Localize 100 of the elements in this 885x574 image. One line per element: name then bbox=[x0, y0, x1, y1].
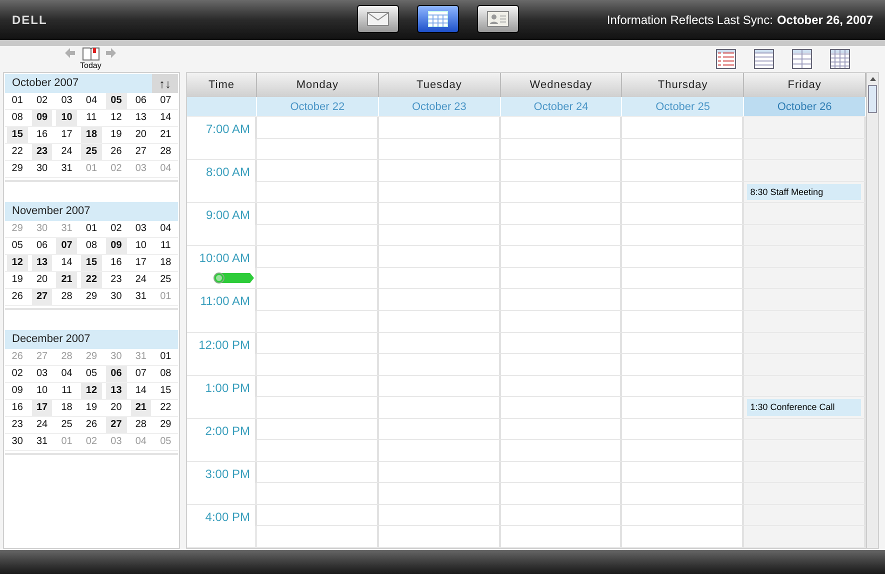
calendar-day[interactable]: 27 bbox=[32, 289, 52, 305]
time-slot[interactable] bbox=[257, 203, 379, 225]
time-slot[interactable] bbox=[744, 354, 866, 376]
calendar-day[interactable]: 02 bbox=[32, 93, 52, 109]
calendar-day[interactable]: 02 bbox=[106, 221, 127, 237]
time-slot[interactable] bbox=[744, 268, 866, 290]
calendar-day[interactable]: 11 bbox=[81, 110, 102, 126]
calendar-day[interactable]: 24 bbox=[130, 272, 152, 288]
calendar-day[interactable]: 11 bbox=[155, 238, 176, 254]
time-slot[interactable] bbox=[257, 332, 379, 354]
calendar-day[interactable]: 12 bbox=[106, 110, 127, 126]
calendar-day[interactable]: 09 bbox=[7, 383, 28, 399]
time-slot[interactable] bbox=[744, 440, 866, 462]
calendar-day[interactable]: 29 bbox=[155, 417, 176, 433]
calendar-day[interactable]: 31 bbox=[32, 434, 52, 450]
calendar-day[interactable]: 04 bbox=[81, 93, 102, 109]
calendar-day[interactable]: 23 bbox=[7, 417, 28, 433]
calendar-day[interactable]: 07 bbox=[130, 366, 152, 382]
time-slot[interactable] bbox=[622, 440, 744, 462]
today-button[interactable]: Today bbox=[80, 47, 102, 70]
calendar-day[interactable]: 23 bbox=[32, 144, 52, 160]
time-slot[interactable] bbox=[622, 483, 744, 505]
calendar-day[interactable]: 15 bbox=[7, 127, 28, 143]
time-slot[interactable] bbox=[378, 117, 501, 139]
time-slot[interactable] bbox=[500, 332, 622, 354]
time-slot[interactable] bbox=[744, 310, 866, 333]
calendar-day[interactable]: 09 bbox=[32, 110, 52, 126]
time-slot[interactable] bbox=[257, 310, 379, 333]
calendar-day[interactable]: 29 bbox=[81, 289, 102, 305]
time-slot[interactable] bbox=[622, 376, 744, 398]
calendar-day[interactable]: 10 bbox=[56, 110, 78, 126]
time-slot[interactable] bbox=[378, 138, 501, 160]
time-slot[interactable] bbox=[257, 224, 379, 246]
calendar-day[interactable]: 06 bbox=[32, 238, 52, 254]
time-slot[interactable] bbox=[378, 376, 501, 398]
calendar-day[interactable]: 23 bbox=[106, 272, 127, 288]
calendar-day[interactable]: 05 bbox=[7, 238, 28, 254]
calendar-day[interactable]: 14 bbox=[56, 255, 78, 271]
calendar-day[interactable]: 08 bbox=[155, 366, 176, 382]
calendar-day[interactable]: 19 bbox=[106, 127, 127, 143]
calendar-day[interactable]: 03 bbox=[56, 93, 78, 109]
time-slot[interactable] bbox=[378, 203, 501, 225]
time-slot[interactable] bbox=[257, 397, 379, 419]
time-slot[interactable] bbox=[744, 418, 866, 440]
time-slot[interactable] bbox=[500, 203, 622, 225]
time-slot[interactable] bbox=[622, 332, 744, 354]
calendar-day[interactable]: 08 bbox=[81, 238, 102, 254]
time-slot[interactable] bbox=[622, 289, 744, 311]
mail-nav-button[interactable] bbox=[357, 5, 399, 33]
previous-arrow-icon[interactable] bbox=[64, 47, 76, 59]
calendar-day[interactable]: 17 bbox=[56, 127, 78, 143]
calendar-day[interactable]: 01 bbox=[81, 221, 102, 237]
calendar-day[interactable]: 17 bbox=[32, 400, 52, 416]
time-slot[interactable] bbox=[622, 160, 744, 182]
calendar-day[interactable]: 12 bbox=[81, 383, 102, 399]
time-slot[interactable] bbox=[257, 504, 379, 526]
time-slot[interactable] bbox=[257, 182, 379, 204]
calendar-day[interactable]: 25 bbox=[81, 144, 102, 160]
calendar-day[interactable]: 13 bbox=[130, 110, 152, 126]
time-slot[interactable] bbox=[500, 117, 622, 139]
time-slot[interactable] bbox=[744, 332, 866, 354]
calendar-day[interactable]: 13 bbox=[32, 255, 52, 271]
calendar-event[interactable]: 8:30 Staff Meeting bbox=[747, 184, 861, 200]
calendar-day[interactable]: 04 bbox=[155, 221, 176, 237]
calendar-day[interactable]: 21 bbox=[130, 400, 152, 416]
time-slot[interactable] bbox=[500, 182, 622, 204]
scroll-up-icon[interactable] bbox=[868, 75, 876, 83]
time-slot[interactable] bbox=[500, 397, 622, 419]
month-view-button[interactable] bbox=[829, 49, 851, 69]
time-slot[interactable] bbox=[622, 526, 744, 548]
calendar-day[interactable]: 18 bbox=[81, 127, 102, 143]
time-slot[interactable] bbox=[744, 203, 866, 225]
time-slot[interactable] bbox=[622, 462, 744, 484]
calendar-day[interactable]: 28 bbox=[130, 417, 152, 433]
contacts-nav-button[interactable] bbox=[477, 5, 519, 33]
time-slot[interactable] bbox=[744, 246, 866, 268]
calendar-day[interactable]: 06 bbox=[130, 93, 152, 109]
list-view-button[interactable] bbox=[715, 49, 737, 69]
time-slot[interactable] bbox=[622, 268, 744, 290]
calendar-day[interactable]: 20 bbox=[130, 127, 152, 143]
time-slot[interactable] bbox=[378, 354, 501, 376]
calendar-day[interactable]: 22 bbox=[155, 400, 176, 416]
time-slot[interactable] bbox=[500, 160, 622, 182]
calendar-day[interactable]: 22 bbox=[7, 144, 28, 160]
time-slot[interactable] bbox=[500, 354, 622, 376]
time-slot[interactable] bbox=[622, 203, 744, 225]
time-slot[interactable] bbox=[257, 268, 379, 290]
calendar-day[interactable]: 29 bbox=[7, 161, 28, 177]
time-slot[interactable] bbox=[744, 504, 866, 526]
time-slot[interactable] bbox=[622, 397, 744, 419]
time-slot[interactable] bbox=[500, 483, 622, 505]
calendar-day[interactable]: 21 bbox=[155, 127, 176, 143]
time-slot[interactable] bbox=[744, 483, 866, 505]
calendar-day[interactable]: 25 bbox=[155, 272, 176, 288]
time-slot[interactable] bbox=[378, 397, 501, 419]
calendar-day[interactable]: 18 bbox=[56, 400, 78, 416]
time-slot[interactable] bbox=[500, 376, 622, 398]
time-slot[interactable] bbox=[257, 138, 379, 160]
time-slot[interactable] bbox=[622, 310, 744, 333]
time-slot[interactable] bbox=[378, 224, 501, 246]
